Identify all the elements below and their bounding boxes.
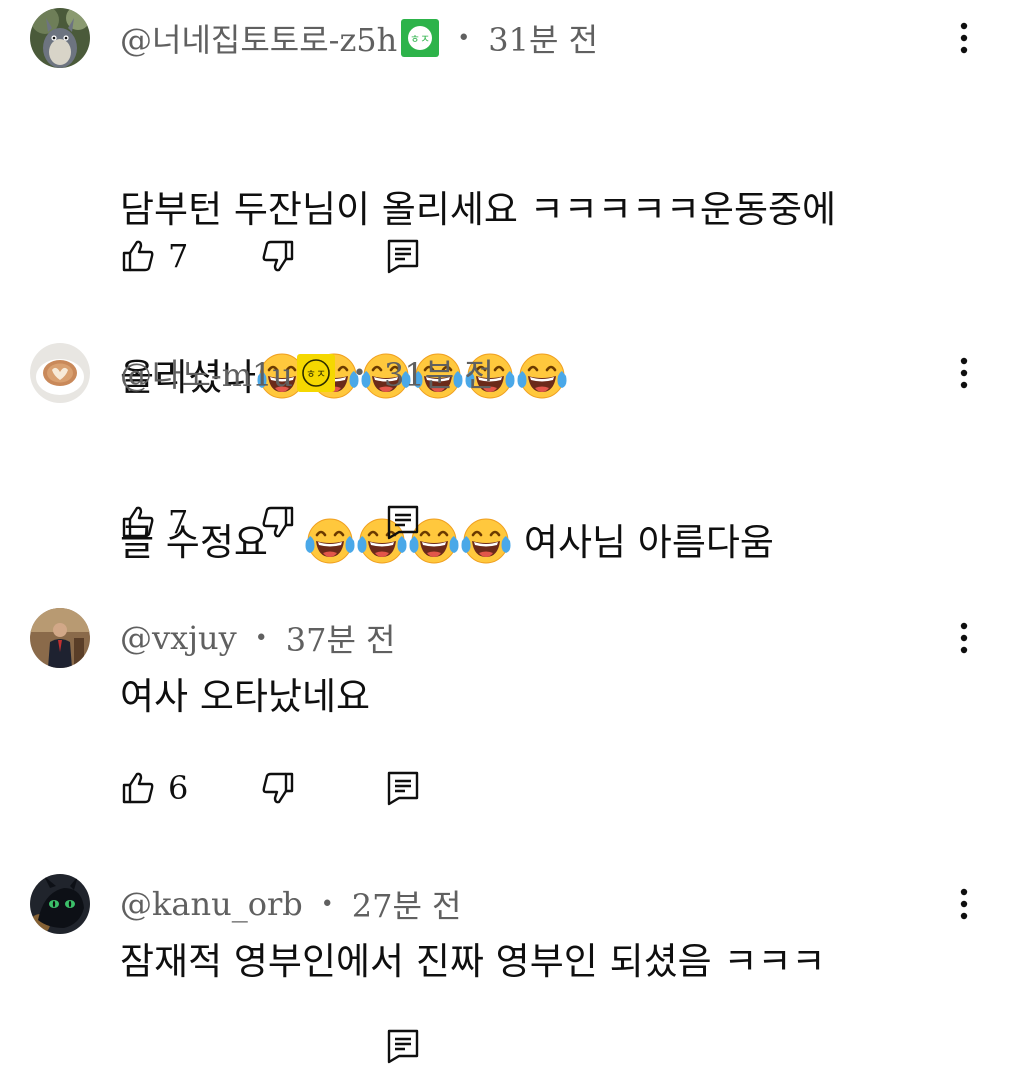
more-options-button[interactable] [946,616,982,660]
comment-text-segment: 여사님 아름다움 [523,521,774,564]
meta-separator: • [254,625,268,651]
meta-separator: • [353,360,366,386]
thumbs-up-icon [120,770,156,806]
member-badge-text: ㅎㅈ [306,368,326,381]
like-count: 6 [168,769,189,807]
comment-actions [120,1024,421,1068]
comment-author[interactable]: @vxjuy [120,619,237,657]
comment-actions: 7 [120,500,421,544]
more-options-button[interactable] [946,882,982,926]
comment-time[interactable]: 31분 전 [384,350,494,396]
like-count: 7 [168,237,189,275]
member-badge-text: ㅎㅈ [410,33,430,46]
like-button[interactable]: 6 [120,769,260,807]
more-vert-icon [958,620,970,656]
latte-avatar-image [30,343,90,403]
laughing-tears-emoji [460,515,512,567]
member-badge: ㅎㅈ [401,19,440,57]
meta-separator: • [457,25,471,51]
like-button[interactable]: 7 [120,237,260,275]
avatar[interactable] [30,343,90,403]
more-options-button[interactable] [946,351,982,395]
dislike-button[interactable] [260,770,385,806]
more-vert-icon [958,886,970,922]
comment-author[interactable]: @나노-m1u [120,350,293,396]
more-vert-icon [958,20,970,56]
comment-actions: 6 [120,766,421,810]
thumbs-down-icon [260,770,296,806]
more-vert-icon [958,355,970,391]
comment-meta: @나노-m1u ㅎㅈ • 31분 전 [120,351,494,395]
avatar[interactable] [30,608,90,668]
dragon-avatar-image [30,874,90,934]
avatar[interactable] [30,8,90,68]
reply-icon [385,1028,421,1064]
reply-icon [385,504,421,540]
totoro-avatar-image [30,8,90,68]
thumbs-up-icon [120,504,156,540]
comment-time[interactable]: 37분 전 [286,615,396,661]
comment-actions: 7 [120,234,421,278]
comment-author[interactable]: @너네집토토로-z5h [120,15,397,61]
reply-icon [385,238,421,274]
comment-time[interactable]: 31분 전 [488,15,598,61]
reply-button[interactable] [385,238,421,274]
dislike-button[interactable] [260,504,385,540]
thumbs-up-icon [120,238,156,274]
dislike-button[interactable] [260,238,385,274]
comment-meta: @vxjuy • 37분 전 [120,616,396,660]
more-options-button[interactable] [946,16,982,60]
comment-meta: @너네집토토로-z5h ㅎㅈ • 31분 전 [120,16,598,60]
like-button[interactable]: 7 [120,503,260,541]
person-avatar-image [30,608,90,668]
laughing-tears-emoji [516,350,568,402]
comment-author[interactable]: @kanu_orb [120,885,303,923]
member-badge: ㅎㅈ [297,354,336,392]
reply-icon [385,770,421,806]
comment-text-line: 담부턴 두잔님이 올리세요 ㅋㅋㅋㅋㅋ운동중에 [120,188,837,231]
reply-button[interactable] [385,504,421,540]
meta-separator: • [320,891,334,917]
thumbs-down-icon [260,504,296,540]
like-count: 7 [168,503,189,541]
comment-meta: @kanu_orb • 27분 전 [120,882,462,926]
reply-button[interactable] [385,770,421,806]
comment-time[interactable]: 27분 전 [352,881,462,927]
avatar[interactable] [30,874,90,934]
thumbs-down-icon [260,238,296,274]
comment-text: 여사 오타났네요 [120,675,371,718]
comment-text: 잠재적 영부인에서 진짜 영부인 되셨음 ㅋㅋㅋ [120,940,826,983]
reply-button[interactable] [385,1028,421,1064]
